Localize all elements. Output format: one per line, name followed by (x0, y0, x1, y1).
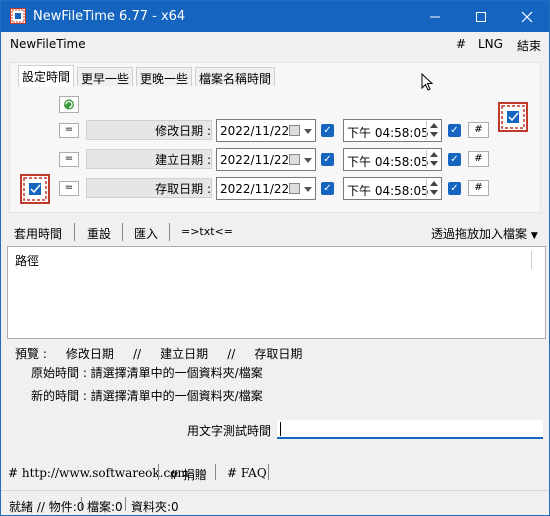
spin-up-icon[interactable] (430, 152, 438, 157)
accessed-time-picker[interactable]: 下午 04:58:05 (343, 177, 442, 200)
accessed-date-value: 2022/11/22 (220, 182, 290, 196)
website-link[interactable]: # http://www.softwareok.com (8, 466, 189, 480)
accessed-equal-button[interactable]: = (59, 181, 79, 196)
time-spinner[interactable] (426, 121, 440, 140)
refresh-icon[interactable] (59, 96, 79, 113)
status-ready: 就緒 // 物件:0 (9, 500, 85, 514)
tab-filename-time[interactable]: 檔案名稱時間 (195, 67, 276, 86)
created-equal-button[interactable]: = (59, 152, 79, 167)
modified-equal-button[interactable]: = (59, 123, 79, 138)
created-time-checkbox[interactable]: ✓ (448, 153, 461, 166)
text-test-input[interactable] (277, 420, 543, 439)
minimize-button[interactable] (412, 1, 458, 32)
status-files: 檔案:0 (87, 500, 123, 514)
preview-new-time: 新的時間 : 請選擇清單中的一個資料夾/檔案 (31, 389, 263, 403)
donate-link[interactable]: # 捐贈 (169, 466, 207, 483)
calendar-icon (289, 125, 300, 136)
accessed-hash-button[interactable]: # (468, 180, 489, 196)
tab-set-time[interactable]: 設定時間 (18, 65, 75, 87)
close-button[interactable] (504, 1, 549, 32)
dropdown-icon (304, 187, 312, 192)
file-time-icon[interactable] (498, 102, 528, 132)
accessed-date-label: 存取日期 : (155, 182, 211, 196)
preview-original-time: 原始時間 : 請選擇清單中的一個資料夾/檔案 (31, 366, 263, 380)
created-date-value: 2022/11/22 (220, 153, 290, 167)
modified-checkbox[interactable]: ✓ (321, 124, 334, 137)
app-icon (10, 8, 26, 24)
modified-date-label: 修改日期 : (155, 124, 211, 138)
footer-separator (158, 464, 159, 480)
import-button[interactable]: 匯入 (134, 225, 158, 242)
dropdown-icon (304, 129, 312, 134)
created-date-label: 建立日期 : (155, 153, 211, 167)
maximize-icon (476, 11, 486, 22)
minimize-icon (430, 16, 440, 17)
menu-bar: NewFileTime # LNG 結束 (1, 32, 549, 56)
modified-date-picker[interactable]: 2022/11/22 (216, 119, 316, 142)
footer-separator (268, 464, 269, 480)
modified-time-checkbox[interactable]: ✓ (448, 124, 461, 137)
mouse-cursor-icon (421, 73, 433, 91)
toolbar-separator (169, 223, 170, 241)
preview-title: 預覽 : 修改日期 // 建立日期 // 存取日期 (15, 347, 303, 361)
calendar-icon (289, 183, 300, 194)
spin-up-icon[interactable] (430, 123, 438, 128)
text-test-label: 用文字測試時間 (187, 424, 272, 438)
apply-time-button[interactable]: 套用時間 (14, 225, 62, 242)
toolbar-separator (74, 223, 75, 241)
accessed-date-picker[interactable]: 2022/11/22 (216, 177, 316, 200)
spin-down-icon[interactable] (430, 161, 438, 166)
created-date-picker[interactable]: 2022/11/22 (216, 148, 316, 171)
list-header-path[interactable]: 路徑 (15, 252, 39, 269)
modified-date-value: 2022/11/22 (220, 124, 290, 138)
reset-button[interactable]: 重設 (87, 225, 111, 242)
faq-link[interactable]: # FAQ (227, 466, 267, 480)
column-divider[interactable] (531, 251, 532, 269)
app-window: NewFileTime 6.77 - x64 NewFileTime # LNG… (0, 0, 550, 516)
dropdown-icon (304, 158, 312, 163)
time-spinner[interactable] (426, 150, 440, 169)
toolbar-separator (122, 223, 123, 241)
accessed-time-checkbox[interactable]: ✓ (448, 182, 461, 195)
menu-hash[interactable]: # (456, 37, 466, 51)
time-spinner[interactable] (426, 179, 440, 198)
file-time-icon[interactable] (20, 174, 50, 204)
status-separator (81, 497, 82, 511)
menu-exit[interactable]: 結束 (517, 37, 541, 54)
status-separator (125, 497, 126, 511)
drag-add-label: 透過拖放加入檔案 (431, 227, 528, 241)
accessed-time-value: 下午 04:58:05 (347, 184, 429, 198)
modified-time-value: 下午 04:58:05 (347, 126, 429, 140)
spin-down-icon[interactable] (430, 132, 438, 137)
footer-separator (215, 464, 216, 480)
status-folders: 資料夾:0 (131, 500, 179, 514)
accessed-checkbox[interactable]: ✓ (321, 182, 334, 195)
spin-up-icon[interactable] (430, 181, 438, 186)
txt-export-button[interactable]: =>txt<= (181, 225, 233, 238)
status-bar: 就緒 // 物件:0 檔案:0 資料夾:0 (1, 490, 549, 515)
created-hash-button[interactable]: # (468, 151, 489, 167)
tab-earlier[interactable]: 更早一些 (77, 67, 134, 86)
window-title: NewFileTime 6.77 - x64 (33, 9, 186, 24)
file-list[interactable]: 路徑 (7, 246, 546, 339)
tab-later[interactable]: 更晚一些 (136, 67, 193, 86)
modified-hash-button[interactable]: # (468, 122, 489, 138)
spin-down-icon[interactable] (430, 190, 438, 195)
created-time-picker[interactable]: 下午 04:58:05 (343, 148, 442, 171)
drag-add-files-button[interactable]: 透過拖放加入檔案 ▼ (431, 225, 538, 242)
title-bar[interactable]: NewFileTime 6.77 - x64 (1, 1, 549, 32)
modified-time-picker[interactable]: 下午 04:58:05 (343, 119, 442, 142)
text-cursor (280, 422, 281, 436)
dropdown-icon: ▼ (530, 231, 538, 241)
maximize-button[interactable] (458, 1, 504, 32)
close-icon (521, 11, 533, 22)
menu-app-name[interactable]: NewFileTime (10, 37, 86, 51)
created-checkbox[interactable]: ✓ (321, 153, 334, 166)
created-time-value: 下午 04:58:05 (347, 155, 429, 169)
menu-language[interactable]: LNG (478, 37, 503, 51)
calendar-icon (289, 154, 300, 165)
